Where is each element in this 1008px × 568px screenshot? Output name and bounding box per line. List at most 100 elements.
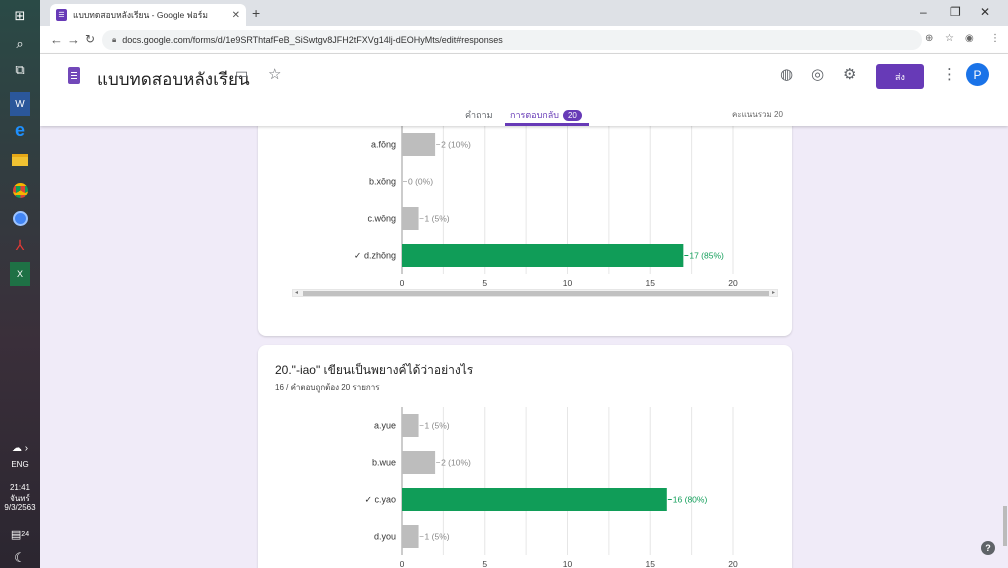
tick-label: 10 xyxy=(563,559,573,568)
profile-icon[interactable]: ◉ xyxy=(965,33,974,44)
address-bar: ← → ↻ 🔒︎ docs.google.com/forms/d/1e9SRTh… xyxy=(40,26,1008,54)
bar xyxy=(402,451,436,474)
forms-favicon-icon: ☰ xyxy=(56,9,67,21)
tick-label: 20 xyxy=(728,559,738,568)
tab-questions[interactable]: คำถาม xyxy=(465,108,493,122)
tab-strip: ☰ แบบทดสอบหลังเรียน - Google ฟอร์ม ✕ + –… xyxy=(40,0,1008,26)
preview-eye-icon[interactable]: ◎ xyxy=(811,65,824,83)
tab-responses[interactable]: การตอบกลับ 20 xyxy=(510,108,582,122)
send-button[interactable]: ส่ง xyxy=(876,64,924,89)
acrobat-app-icon[interactable]: ⅄ xyxy=(6,233,34,257)
bar xyxy=(402,414,419,437)
data-label: 2 (10%) xyxy=(441,458,471,468)
data-label: 17 (85%) xyxy=(689,251,724,261)
avatar[interactable]: P xyxy=(966,63,989,86)
folder-icon[interactable]: ▭ xyxy=(235,65,248,82)
bar xyxy=(402,207,419,230)
answer-bar-chart: a.yue 1 (5%) b.wue 2 (10%) ✓ c.yao 16 (80%) d.… xyxy=(364,407,738,568)
question-summary-card: a.fōng 2 (10%) b.xōng 0 (0%) c.wōng 1 (5%) ✓ d… xyxy=(258,126,792,336)
help-icon[interactable]: ? xyxy=(981,541,995,555)
data-label: 2 (10%) xyxy=(441,140,471,150)
file-explorer-icon[interactable] xyxy=(6,148,34,172)
tab-responses-label: การตอบกลับ xyxy=(510,110,559,120)
new-tab-icon[interactable]: + xyxy=(252,5,260,21)
windows-taskbar: ⊞ ⌕ ⧉ W e ⅄ X ☁ › ENG 21:41 จันทร์ 9/3/2… xyxy=(0,0,40,568)
form-title[interactable]: แบบทดสอบหลังเรียน xyxy=(97,66,250,93)
zoom-icon[interactable]: ⊕ xyxy=(925,33,933,44)
data-label: 1 (5%) xyxy=(425,532,450,542)
star-icon[interactable]: ☆ xyxy=(268,65,281,83)
tick-label: 5 xyxy=(482,559,487,568)
lock-icon: 🔒︎ xyxy=(112,35,117,44)
forms-header: แบบทดสอบหลังเรียน ▭ ☆ ◍ ◎ ⚙ ส่ง ⋮ P คำถา… xyxy=(40,54,1008,126)
scroll-left-icon[interactable]: ◂ xyxy=(295,289,298,296)
responses-content: a.fōng 2 (10%) b.xōng 0 (0%) c.wōng 1 (5%) ✓ d… xyxy=(40,126,1008,568)
language-indicator[interactable]: ENG xyxy=(0,460,40,470)
search-icon[interactable]: ⌕ xyxy=(6,32,34,56)
page-scrollbar[interactable] xyxy=(1002,126,1008,568)
form-tabs: คำถาม การตอบกลับ 20 คะแนนรวม 20 xyxy=(40,104,1008,126)
forms-logo-icon[interactable] xyxy=(68,67,80,84)
data-label: 16 (80%) xyxy=(673,495,708,505)
bar xyxy=(402,488,667,511)
data-label: 1 (5%) xyxy=(425,421,450,431)
answer-bar-chart: a.fōng 2 (10%) b.xōng 0 (0%) c.wōng 1 (5%) ✓ d… xyxy=(354,126,738,288)
task-view-icon[interactable]: ⧉ xyxy=(6,58,34,82)
settings-gear-icon[interactable]: ⚙ xyxy=(843,65,856,83)
tick-label: 5 xyxy=(482,278,487,288)
close-tab-icon[interactable]: ✕ xyxy=(232,10,240,21)
category-label: b.xōng xyxy=(369,177,396,187)
category-label: ✓ d.zhōng xyxy=(354,251,396,261)
category-label: a.fōng xyxy=(371,140,396,150)
browser-tab[interactable]: ☰ แบบทดสอบหลังเรียน - Google ฟอร์ม ✕ xyxy=(50,4,246,26)
category-label: ✓ c.yao xyxy=(364,495,396,505)
responses-count-badge: 20 xyxy=(562,110,582,121)
bar xyxy=(402,244,684,267)
url-text: docs.google.com/forms/d/1e9SRThtafFeB_Si… xyxy=(122,35,503,45)
night-light-icon[interactable]: ☾ xyxy=(6,546,34,568)
tick-label: 10 xyxy=(563,278,573,288)
system-tray-arrow-icon[interactable]: ☁ › xyxy=(6,436,34,460)
page-scrollbar-thumb[interactable] xyxy=(1003,506,1007,546)
minimize-icon[interactable]: – xyxy=(920,5,927,19)
clock-date: 9/3/2563 xyxy=(4,503,36,512)
chart-horizontal-scrollbar[interactable]: ◂ ▸ xyxy=(292,289,778,297)
question-summary-card: 20."-iao" เขียนเป็นพยางค์ได้ว่าอย่างไร 1… xyxy=(258,345,792,568)
browser-tab-title: แบบทดสอบหลังเรียน - Google ฟอร์ม xyxy=(73,10,208,20)
chrome-app-icon[interactable] xyxy=(6,178,34,202)
browser-window: ☰ แบบทดสอบหลังเรียน - Google ฟอร์ม ✕ + –… xyxy=(40,0,1008,568)
close-window-icon[interactable]: ✕ xyxy=(980,5,990,19)
more-options-icon[interactable]: ⋮ xyxy=(942,65,957,83)
tick-label: 0 xyxy=(400,278,405,288)
windows-start-icon[interactable]: ⊞ xyxy=(6,4,34,28)
word-app-icon[interactable]: W xyxy=(10,92,30,116)
palette-icon[interactable]: ◍ xyxy=(780,65,793,83)
category-label: d.you xyxy=(374,532,396,542)
back-icon[interactable]: ← xyxy=(50,32,63,47)
reload-icon[interactable]: ↻ xyxy=(85,32,95,46)
category-label: b.wue xyxy=(372,458,396,468)
bar xyxy=(402,525,419,548)
scrollbar-thumb[interactable] xyxy=(303,291,769,296)
restore-icon[interactable]: ❐ xyxy=(950,5,961,19)
url-input[interactable]: 🔒︎ docs.google.com/forms/d/1e9SRThtafFeB… xyxy=(102,30,922,50)
clock-time[interactable]: 21:41 xyxy=(0,483,40,493)
bookmark-star-icon[interactable]: ☆ xyxy=(945,33,954,44)
tick-label: 20 xyxy=(728,278,738,288)
chrome-menu-icon[interactable]: ⋮ xyxy=(990,33,1000,44)
excel-app-icon[interactable]: X xyxy=(10,262,30,286)
bar xyxy=(402,133,436,156)
notification-icon[interactable]: ▤ 24 xyxy=(6,522,34,546)
scroll-right-icon[interactable]: ▸ xyxy=(772,289,775,296)
total-points: คะแนนรวม 20 xyxy=(732,110,783,119)
tick-label: 15 xyxy=(646,559,656,568)
notification-count: 24 xyxy=(21,530,30,538)
forward-icon[interactable]: → xyxy=(67,32,80,47)
data-label: 0 (0%) xyxy=(408,177,433,187)
active-tab-indicator xyxy=(505,123,589,126)
data-label: 1 (5%) xyxy=(425,214,450,224)
tick-label: 0 xyxy=(400,559,405,568)
tick-label: 15 xyxy=(646,278,656,288)
edge-app-icon[interactable]: e xyxy=(6,118,34,142)
chrome-profile-app-icon[interactable] xyxy=(6,206,34,230)
